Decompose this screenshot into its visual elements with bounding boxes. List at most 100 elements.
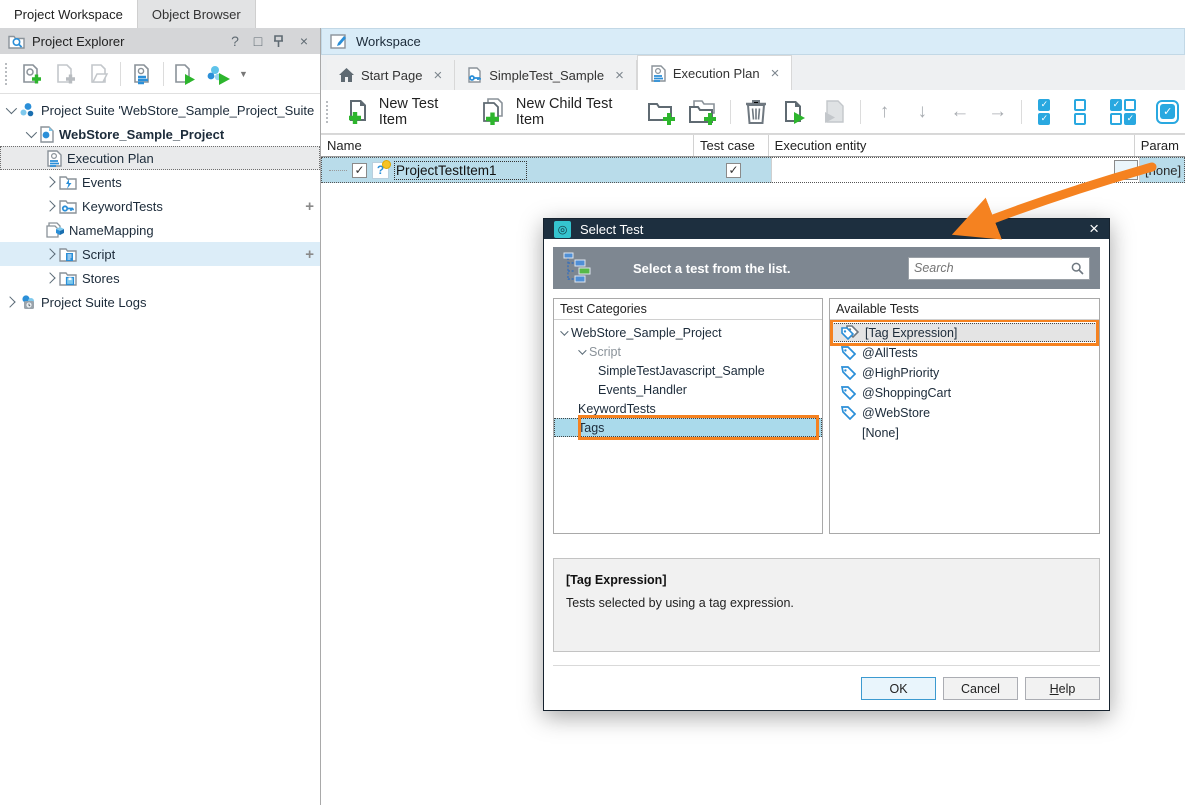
toggle-checked-state-button[interactable]: ✓ <box>1156 100 1179 124</box>
table-row[interactable]: ✓ ? ProjectTestItem1 ✓ ... [none] <box>321 157 1185 183</box>
close-tab-icon[interactable]: × <box>771 65 780 82</box>
test-categories-tree: WebStore_Sample_Project Script SimpleTes… <box>554 320 822 533</box>
dialog-title-bar[interactable]: ◎ Select Test × <box>544 219 1109 239</box>
available-test-highpriority[interactable]: @HighPriority <box>832 363 1097 382</box>
tab-project-workspace[interactable]: Project Workspace <box>0 0 137 28</box>
chevron-right-icon[interactable] <box>4 296 15 307</box>
cancel-button[interactable]: Cancel <box>943 677 1018 700</box>
tab-start-page[interactable]: Start Page × <box>327 60 455 90</box>
add-script-button[interactable]: + <box>305 246 314 263</box>
move-down-button[interactable]: ↓ <box>906 101 938 123</box>
available-test-webstore[interactable]: @WebStore <box>832 403 1097 422</box>
column-header-execution-entity[interactable]: Execution entity <box>769 135 1135 156</box>
tree-item-stores[interactable]: Stores <box>0 266 320 290</box>
category-webstore-sample-project[interactable]: WebStore_Sample_Project <box>554 323 822 342</box>
run-item-disabled-button[interactable] <box>818 98 852 126</box>
move-right-button[interactable]: → <box>982 101 1014 123</box>
project-explorer-panel: Project Explorer ? □ × <box>0 28 321 805</box>
tree-item-project[interactable]: WebStore_Sample_Project <box>0 122 320 146</box>
description-title: [Tag Expression] <box>566 573 1087 587</box>
available-test-shoppingcart[interactable]: @ShoppingCart <box>832 383 1097 402</box>
execution-entity-cell[interactable]: ... <box>771 157 1139 183</box>
test-item-name: ProjectTestItem1 <box>394 161 527 180</box>
tree-item-namemapping[interactable]: NameMapping <box>0 218 320 242</box>
move-up-button[interactable]: ↑ <box>869 101 901 123</box>
category-script[interactable]: Script <box>554 342 822 361</box>
invert-checks-button[interactable]: ✓ ✓ <box>1110 99 1136 125</box>
open-item-button[interactable] <box>84 60 114 88</box>
tree-item-events[interactable]: Events <box>0 170 320 194</box>
project-suite-icon <box>19 102 36 118</box>
help-icon[interactable]: ? <box>227 33 243 49</box>
tree-item-project-suite-logs[interactable]: Project Suite Logs <box>0 290 320 314</box>
tab-simpletest-sample[interactable]: SimpleTest_Sample × <box>455 60 637 90</box>
category-label: Script <box>589 345 621 359</box>
add-keywordtest-button[interactable]: + <box>305 198 314 215</box>
available-test-alltests[interactable]: @AllTests <box>832 343 1097 362</box>
toolbar-grip[interactable] <box>5 63 9 85</box>
organize-execution-plan-button[interactable] <box>127 60 157 88</box>
check-all-button[interactable]: ✓✓ <box>1038 99 1050 125</box>
run-project-suite-button[interactable] <box>204 60 234 88</box>
chevron-down-icon[interactable] <box>560 327 568 335</box>
category-events-handler[interactable]: Events_Handler <box>554 380 822 399</box>
chevron-down-icon[interactable] <box>578 346 586 354</box>
new-test-item-button[interactable]: New Test Item <box>339 93 468 131</box>
tab-execution-plan[interactable]: Execution Plan × <box>637 55 793 90</box>
param-cell[interactable]: [none] <box>1139 157 1185 183</box>
unknown-test-icon: ? <box>372 162 389 179</box>
category-simpletestjavascript-sample[interactable]: SimpleTestJavascript_Sample <box>554 361 822 380</box>
move-left-button[interactable]: ← <box>944 101 976 123</box>
tab-object-browser[interactable]: Object Browser <box>137 0 256 28</box>
ellipsis-button[interactable]: ... <box>1114 160 1138 180</box>
search-box[interactable] <box>908 257 1090 280</box>
column-header-name[interactable]: Name <box>321 135 694 156</box>
test-case-checkbox[interactable]: ✓ <box>726 163 741 178</box>
delete-button[interactable] <box>739 98 773 126</box>
toolbar-separator <box>120 62 121 86</box>
tree-item-label: Project Suite 'WebStore_Sample_Project_S… <box>41 103 314 118</box>
tab-label: Execution Plan <box>673 66 760 81</box>
uncheck-all-button[interactable] <box>1074 99 1086 125</box>
new-child-test-item-button[interactable]: New Child Test Item <box>474 93 639 131</box>
new-group-button[interactable] <box>645 98 680 126</box>
chevron-down-icon[interactable] <box>6 103 17 114</box>
tree-item-script[interactable]: Script + <box>0 242 320 266</box>
chevron-down-icon[interactable] <box>26 127 37 138</box>
dialog-close-icon[interactable]: × <box>1089 219 1099 239</box>
close-tab-icon[interactable]: × <box>615 67 624 84</box>
row-checkbox[interactable]: ✓ <box>352 163 367 178</box>
test-case-cell[interactable]: ✓ <box>696 157 771 183</box>
tree-item-keywordtests[interactable]: KeywordTests + <box>0 194 320 218</box>
name-cell[interactable]: ✓ ? ProjectTestItem1 <box>321 157 696 183</box>
run-selected-button[interactable] <box>779 98 813 126</box>
pin-icon[interactable] <box>273 35 289 48</box>
available-tests-header: Available Tests <box>830 299 1099 320</box>
chevron-right-icon[interactable] <box>44 248 55 259</box>
add-project-item-button[interactable] <box>16 60 46 88</box>
tree-item-execution-plan[interactable]: Execution Plan <box>0 146 320 170</box>
chevron-right-icon[interactable] <box>44 200 55 211</box>
chevron-right-icon[interactable] <box>44 272 55 283</box>
help-button[interactable]: Help <box>1025 677 1100 700</box>
tree-item-project-suite[interactable]: Project Suite 'WebStore_Sample_Project_S… <box>0 98 320 122</box>
run-dropdown-caret[interactable]: ▼ <box>239 69 248 79</box>
new-child-group-button[interactable] <box>687 98 722 126</box>
ok-button[interactable]: OK <box>861 677 936 700</box>
cancel-button-label: Cancel <box>961 682 1000 696</box>
category-tags[interactable]: Tags <box>554 418 822 437</box>
column-header-test-case[interactable]: Test case <box>694 135 769 156</box>
available-test-none[interactable]: [None] <box>832 423 1097 442</box>
chevron-right-icon[interactable] <box>44 176 55 187</box>
available-test-tag-expression[interactable]: [Tag Expression] <box>832 323 1097 342</box>
close-icon[interactable]: × <box>296 33 312 49</box>
search-input[interactable] <box>914 261 1067 275</box>
new-item-button[interactable] <box>50 60 80 88</box>
logs-icon <box>19 294 36 310</box>
maximize-icon[interactable]: □ <box>250 33 266 49</box>
close-tab-icon[interactable]: × <box>433 67 442 84</box>
category-keywordtests[interactable]: KeywordTests <box>554 399 822 418</box>
run-project-button[interactable] <box>170 60 200 88</box>
column-header-param[interactable]: Param <box>1135 135 1185 156</box>
toolbar-grip[interactable] <box>326 101 330 123</box>
